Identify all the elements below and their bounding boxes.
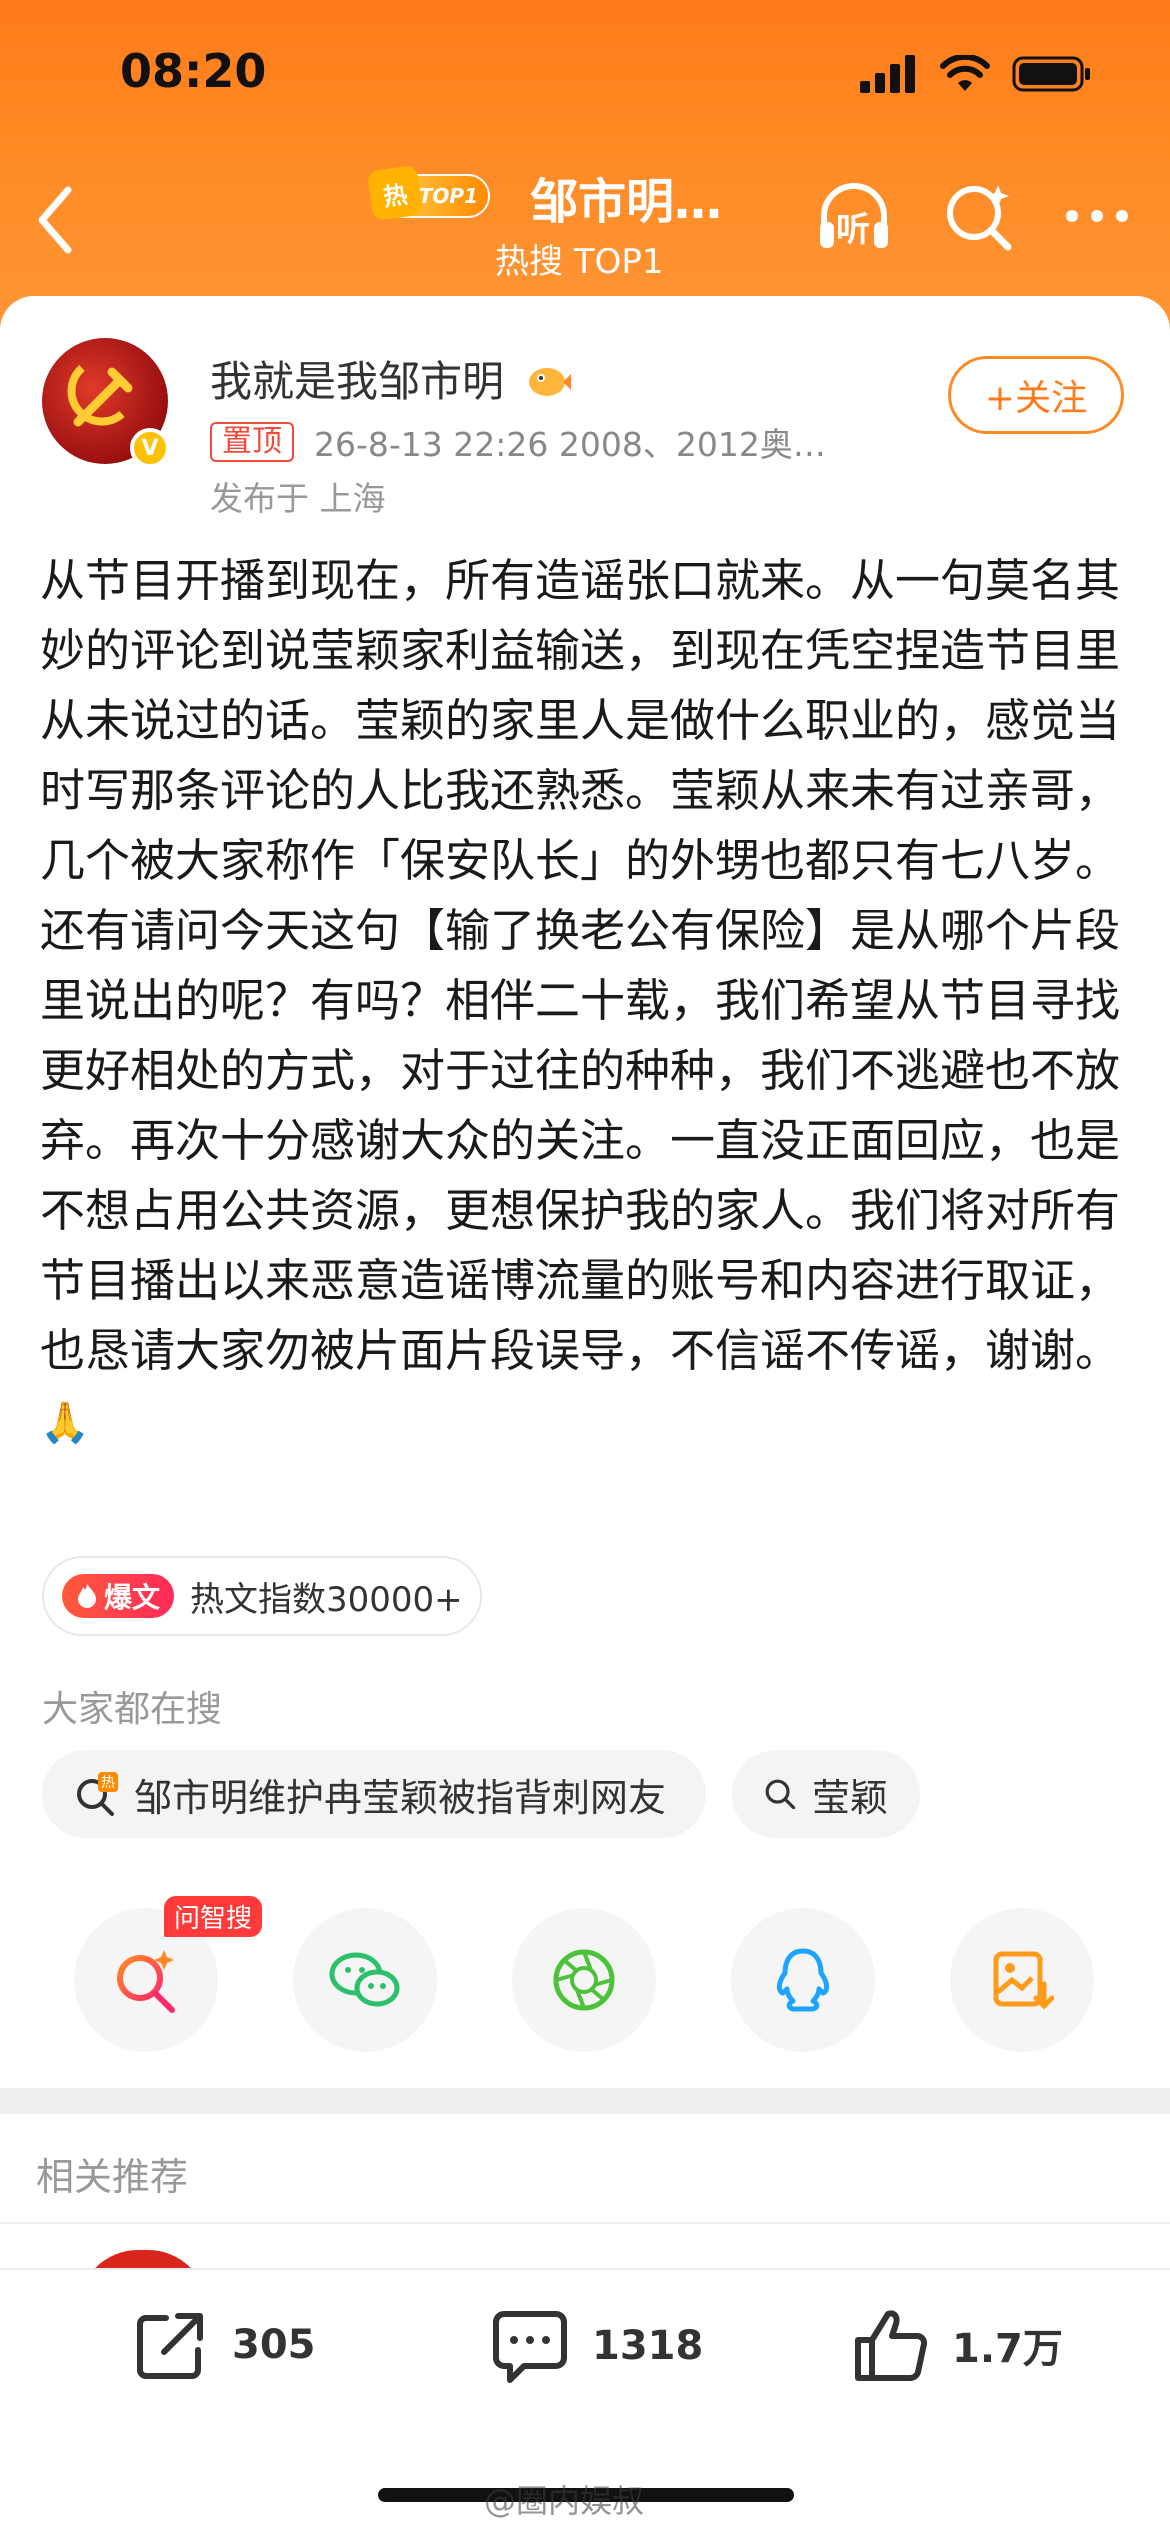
moments-share-button[interactable] — [512, 1908, 656, 2052]
wechat-share-button[interactable] — [293, 1908, 437, 2052]
status-time: 08:20 — [120, 44, 267, 98]
page-subtitle: 热搜 TOP1 — [495, 242, 664, 282]
comment-count: 1318 — [592, 2323, 704, 2369]
qq-icon — [776, 1948, 830, 2012]
share-icon — [137, 2313, 203, 2379]
wifi-icon — [940, 55, 990, 91]
hot-index-text: 热文指数30000+ — [190, 1579, 463, 1620]
pinned-tag: 置顶 — [210, 422, 294, 462]
repost-button[interactable]: 305 — [132, 2306, 316, 2384]
listen-button[interactable]: 听 — [814, 176, 894, 256]
hot-article-tag-text: 爆文 — [104, 1581, 161, 1614]
comment-button[interactable]: 1318 — [490, 2306, 703, 2386]
hot-article-tag: 爆文 — [62, 1574, 175, 1618]
save-image-share-button[interactable] — [950, 1908, 1094, 2052]
hot-index-pill[interactable]: 爆文 热文指数30000+ — [42, 1556, 482, 1636]
searching-label: 大家都在搜 — [42, 1689, 223, 1730]
wechat-icon — [329, 1952, 400, 2007]
moments-icon — [553, 1949, 615, 2011]
nav-actions: 听 — [814, 176, 1130, 256]
ai-search-badge: 问智搜 — [164, 1896, 263, 1937]
status-icons — [860, 54, 1092, 94]
search-chip-1-text: 邹市明维护冉莹颖被指背刺网友 — [134, 1775, 667, 1820]
author-name[interactable]: 我就是我邹市明 — [210, 348, 572, 409]
comment-icon — [493, 2311, 567, 2383]
signal-icon — [860, 55, 915, 93]
watermark: @圈内娱叔 — [484, 2482, 645, 2520]
listen-label: 听 — [836, 210, 870, 250]
ai-search-share-button[interactable]: 问智搜 — [74, 1896, 263, 2052]
post-text: 从节目开播到现在，所有造谣张口就来。从一句莫名其妙的评论到说莹颖家利益输送，到现… — [40, 554, 1121, 1377]
thumbs-up-icon — [855, 2310, 928, 2381]
ai-search-nav-icon[interactable] — [942, 179, 1016, 253]
search-chip-1[interactable]: 热 邹市明维护冉莹颖被指背刺网友 — [42, 1750, 706, 1838]
author-name-text: 我就是我邹市明 — [210, 357, 505, 406]
related-label: 相关推荐 — [36, 2155, 189, 2199]
page-title: 邹市明… — [530, 174, 723, 230]
share-row: 问智搜 — [74, 1896, 1094, 2052]
search-icon — [765, 1779, 796, 1810]
repost-count: 305 — [232, 2322, 316, 2368]
search-chip-2[interactable]: 莹颖 — [732, 1750, 920, 1838]
related-divider — [0, 2222, 1170, 2224]
follow-button[interactable]: +关注 — [948, 356, 1124, 434]
qq-share-button[interactable] — [731, 1908, 875, 2052]
post-body: 从节目开播到现在，所有造谣张口就来。从一句莫名其妙的评论到说莹颖家利益输送，到现… — [40, 546, 1130, 1458]
post-time-source: 26-8-13 22:26 2008、2012奥… — [314, 425, 826, 464]
flame-icon — [78, 1584, 96, 1608]
battery-icon — [1012, 56, 1090, 92]
post-location: 发布于 上海 — [210, 479, 386, 518]
post-meta: 置顶 26-8-13 22:26 2008、2012奥… — [210, 418, 826, 466]
back-arrow-icon[interactable] — [30, 180, 80, 260]
pray-emoji: 🙏 — [40, 1400, 90, 1446]
svg-text:热: 热 — [101, 1775, 115, 1791]
section-divider — [0, 2088, 1170, 2114]
pufferfish-badge-icon — [529, 368, 572, 396]
ai-search-icon — [117, 1950, 175, 2013]
like-button[interactable]: 1.7万 — [852, 2306, 1063, 2384]
header-banner: 08:20 TOP1 热 邹市明… 热搜 TOP1 听 — [0, 0, 1170, 330]
verified-badge-icon: V — [130, 428, 170, 468]
search-chip-2-text: 莹颖 — [811, 1775, 888, 1820]
hot-badge: 热 — [366, 164, 424, 222]
like-count: 1.7万 — [952, 2326, 1063, 2372]
more-icon[interactable] — [1064, 206, 1130, 226]
hot-search-icon: 热 — [77, 1772, 118, 1816]
save-image-icon — [993, 1951, 1054, 2010]
